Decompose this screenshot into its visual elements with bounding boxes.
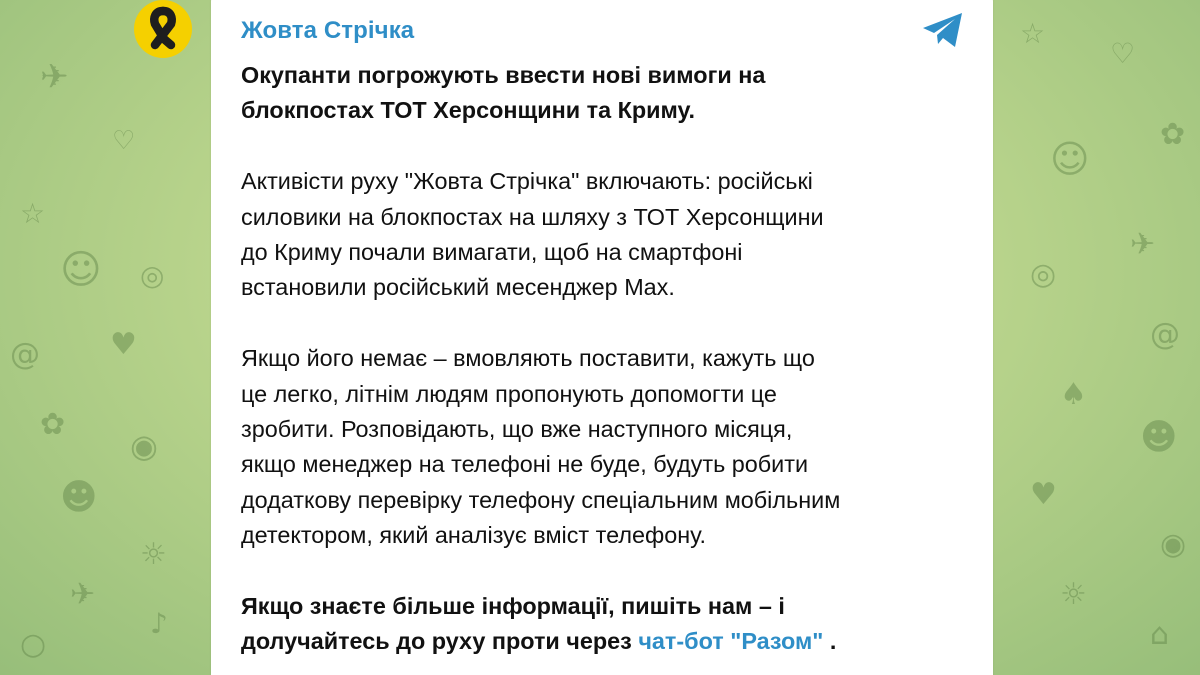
ball-doodle-icon: ◎ — [1030, 257, 1057, 292]
message-bubble: Жовта Стрічка Окупанти погрожують ввести… — [211, 0, 993, 675]
text-line: якщо менеджер на телефоні не буде, будут… — [241, 451, 809, 478]
sun-doodle-icon: ☼ — [140, 537, 167, 572]
ball-doodle-icon: ◉ — [1160, 527, 1187, 562]
heart-doodle-icon: ♥ — [1030, 477, 1057, 512]
message-text: Окупанти погрожують ввести нові вимоги н… — [241, 58, 971, 660]
paper-plane-doodle-icon: ✈ — [40, 57, 69, 97]
house-doodle-icon: ⌂ — [1150, 617, 1170, 652]
dog-doodle-icon: ☻ — [1140, 417, 1178, 458]
text-line: встановили російський месенджер Max. — [241, 274, 675, 301]
channel-avatar[interactable] — [134, 0, 192, 58]
note-doodle-icon: ♪ — [150, 607, 168, 640]
balloon-doodle-icon: ○ — [20, 627, 47, 662]
message-headline: Окупанти погрожують ввести нові вимоги н… — [241, 58, 971, 129]
message-call-to-action: Якщо знаєте більше інформації, пишіть на… — [241, 589, 971, 660]
ball-doodle-icon: ◎ — [140, 259, 165, 292]
text-line: Активісти руху "Жовта Стрічка" включають… — [241, 168, 813, 195]
flower-doodle-icon: ✿ — [40, 407, 66, 442]
headline-line: блокпостах ТОТ Херсонщини та Криму. — [241, 97, 695, 124]
text-line: до Криму почали вимагати, щоб на смартфо… — [241, 239, 743, 266]
cat-doodle-icon: ☺ — [60, 247, 102, 293]
channel-name[interactable]: Жовта Стрічка — [241, 17, 414, 45]
heart-doodle-icon: ♥ — [110, 327, 137, 362]
yellow-ribbon-icon — [150, 6, 176, 50]
text-line: детектором, який аналізує вміст телефону… — [241, 522, 707, 549]
text-line: це легко, літнім людям пропонують допомо… — [241, 380, 777, 407]
heart-doodle-icon: ♡ — [1110, 37, 1136, 70]
paper-plane-doodle-icon: ✈ — [1130, 227, 1156, 262]
text-line: Якщо його немає – вмовляють поставити, к… — [241, 345, 815, 372]
headline-line: Окупанти погрожують ввести нові вимоги н… — [241, 62, 766, 88]
star-doodle-icon: ☆ — [20, 197, 46, 230]
sun-doodle-icon: ☼ — [1060, 577, 1087, 612]
spiral-doodle-icon: @ — [10, 337, 40, 372]
text-line: долучайтесь до руху проти через — [241, 628, 639, 655]
text-line: зробити. Розповідають, що вже наступного… — [241, 416, 793, 443]
text-line: додаткову перевірку телефону спеціальним… — [241, 486, 841, 513]
spiral-doodle-icon: @ — [1150, 317, 1180, 352]
telegram-icon[interactable] — [921, 11, 965, 49]
text-line: силовики на блокпостах на шляху з ТОТ Хе… — [241, 203, 824, 230]
text-line: . — [823, 628, 837, 655]
ball-doodle-icon: ◉ — [130, 427, 158, 465]
flower-doodle-icon: ✿ — [1160, 117, 1186, 152]
heart-doodle-icon: ♡ — [112, 126, 136, 156]
star-doodle-icon: ☆ — [1020, 17, 1046, 50]
paper-plane-doodle-icon: ✈ — [70, 577, 96, 612]
cat-doodle-icon: ☺ — [1050, 137, 1090, 181]
fish-doodle-icon: ♠ — [1060, 377, 1087, 412]
dog-doodle-icon: ☻ — [60, 477, 98, 518]
message-paragraph-1: Активісти руху "Жовта Стрічка" включають… — [241, 164, 971, 306]
message-paragraph-2: Якщо його немає – вмовляють поставити, к… — [241, 341, 971, 553]
text-line: Якщо знаєте більше інформації, пишіть на… — [241, 593, 785, 620]
chatbot-link[interactable]: чат-бот "Разом" — [638, 628, 823, 654]
